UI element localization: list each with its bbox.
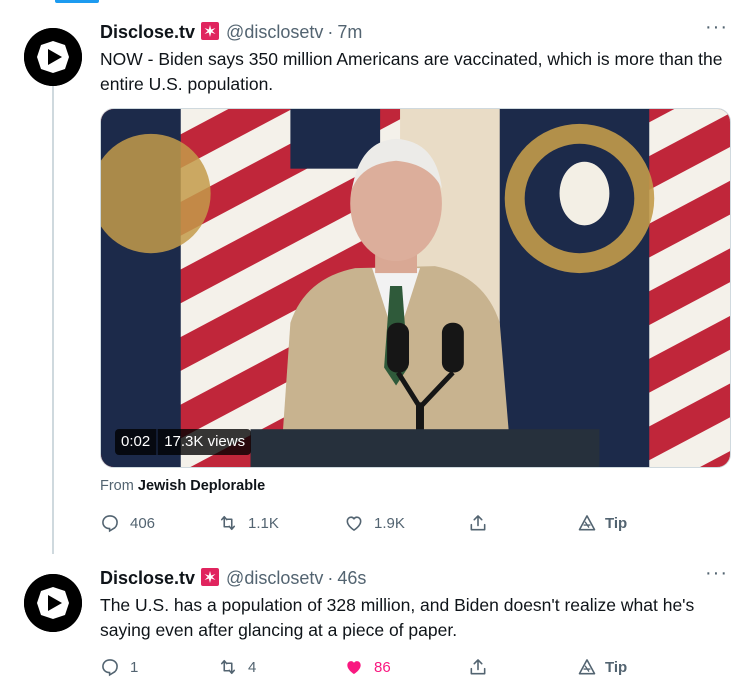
avatar[interactable]	[24, 574, 82, 632]
reply-button[interactable]: 1	[100, 656, 138, 678]
share-button[interactable]	[468, 512, 488, 534]
tip-icon	[578, 515, 596, 531]
tweet-actions: 1 4 86 Tip	[100, 656, 660, 678]
video-thumbnail	[101, 109, 730, 467]
rotating-light-icon	[200, 567, 220, 587]
tip-label: Tip	[605, 658, 628, 676]
disclose-logo-icon	[24, 574, 82, 632]
timestamp[interactable]: 7m	[337, 22, 362, 43]
like-count: 1.9K	[374, 514, 405, 532]
user-handle[interactable]: @disclosetv	[226, 22, 323, 43]
attribution-prefix: From	[100, 478, 134, 494]
display-name[interactable]: Disclose.tv	[100, 568, 195, 589]
thread-connector-line	[52, 84, 54, 554]
reply-icon	[102, 659, 118, 677]
video-meta-badge: 0:02 17.3K views	[115, 429, 252, 455]
share-icon	[470, 659, 486, 675]
more-options-icon[interactable]: ···	[705, 17, 728, 37]
attribution-source[interactable]: Jewish Deplorable	[138, 478, 265, 494]
retweet-count: 4	[248, 658, 257, 676]
heart-filled-icon	[347, 661, 361, 675]
tweet-text: The U.S. has a population of 328 million…	[100, 595, 695, 640]
media-attribution: From Jewish Deplorable	[100, 478, 265, 494]
share-button[interactable]	[468, 656, 488, 678]
avatar[interactable]	[24, 28, 82, 86]
tip-button[interactable]: Tip	[577, 512, 627, 534]
tweet-text: NOW - Biden says 350 million Americans a…	[100, 49, 723, 94]
timestamp[interactable]: 46s	[337, 568, 366, 589]
rotating-light-icon	[200, 21, 220, 41]
tip-icon	[578, 659, 596, 675]
more-options-icon[interactable]: ···	[705, 563, 728, 583]
tweet-header: Disclose.tv @disclosetv · 7m	[100, 20, 362, 44]
reply-button[interactable]: 406	[100, 512, 155, 534]
tab-indicator	[55, 0, 99, 3]
separator-dot: ·	[327, 567, 334, 588]
video-player[interactable]: 0:02 17.3K views	[100, 108, 731, 468]
tweet-header: Disclose.tv @disclosetv · 46s	[100, 566, 366, 590]
retweet-button[interactable]: 1.1K	[218, 512, 279, 534]
user-handle[interactable]: @disclosetv	[226, 568, 323, 589]
display-name[interactable]: Disclose.tv	[100, 22, 195, 43]
retweet-button[interactable]: 4	[218, 656, 256, 678]
tip-label: Tip	[605, 514, 628, 532]
video-views: 17.3K views	[158, 429, 252, 455]
share-icon	[470, 515, 486, 531]
reply-icon	[102, 515, 118, 533]
reply-count: 406	[130, 514, 156, 532]
disclose-logo-icon	[24, 28, 82, 86]
retweet-count: 1.1K	[248, 514, 279, 532]
like-button[interactable]: 1.9K	[344, 512, 405, 534]
like-count: 86	[374, 658, 391, 676]
separator-dot: ·	[327, 21, 334, 42]
video-duration: 0:02	[115, 429, 157, 455]
tip-button[interactable]: Tip	[577, 656, 627, 678]
reply-count: 1	[130, 658, 139, 676]
like-button[interactable]: 86	[344, 656, 391, 678]
heart-outline-icon	[346, 516, 362, 531]
retweet-icon	[220, 659, 236, 675]
tweet-actions: 406 1.1K 1.9K Tip	[100, 512, 660, 534]
retweet-icon	[220, 515, 236, 531]
